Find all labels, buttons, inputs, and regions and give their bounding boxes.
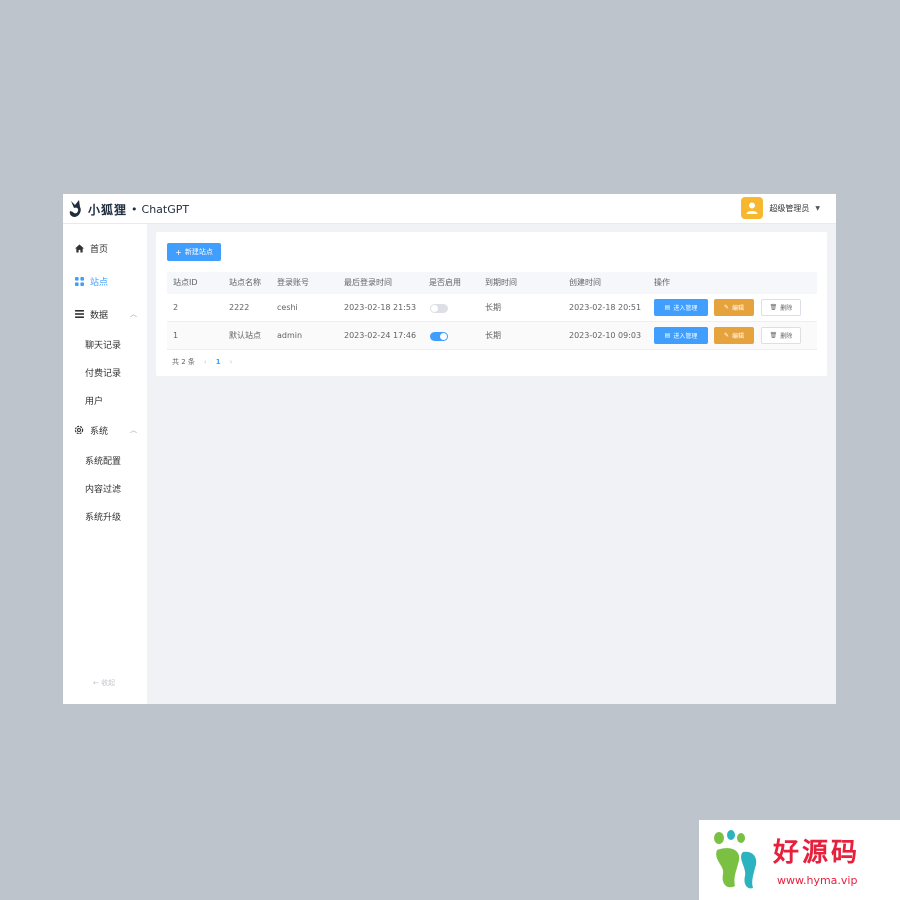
logo-chinese-name: 小狐狸 — [88, 202, 128, 217]
cell-site-name: 默认站点 — [229, 331, 261, 340]
new-site-button[interactable]: + 新建站点 — [167, 243, 221, 261]
arrow-left-icon: ← — [93, 679, 99, 687]
pagination: 共 2 条 ‹ 1 › — [172, 356, 241, 368]
cell-site-name: 2222 — [229, 303, 250, 312]
new-site-label: 新建站点 — [184, 248, 213, 256]
sidebar-subitem-payment-records[interactable]: 付费记录 — [85, 363, 121, 381]
cell-site-id: 1 — [173, 331, 179, 340]
column-header: 创建时间 — [569, 278, 601, 287]
list-icon — [74, 309, 84, 319]
sidebar-item-sites[interactable]: 站点 — [63, 270, 147, 292]
column-header: 到期时间 — [485, 278, 517, 287]
column-header: 站点名称 — [229, 278, 261, 287]
avatar[interactable] — [741, 197, 764, 219]
column-header: 是否启用 — [429, 278, 461, 287]
edit-label: 编辑 — [732, 305, 745, 312]
document-icon: ▤ — [664, 304, 671, 311]
top-bar: 小狐狸 • ChatGPT 超级管理员 ▼ — [63, 194, 836, 224]
collapse-label: 收起 — [101, 679, 116, 687]
chevron-right-icon[interactable]: › — [230, 358, 233, 366]
chevron-up-icon: ︿ — [130, 426, 137, 434]
user-icon — [746, 202, 758, 214]
cell-last-login: 2023-02-24 17:46 — [344, 331, 417, 340]
grid-icon — [74, 276, 84, 286]
document-icon: ▤ — [664, 332, 671, 339]
manage-button[interactable]: ▤ 进入管理 — [654, 327, 708, 344]
cell-account: ceshi — [277, 303, 298, 312]
sidebar-item-label: 系统 — [90, 426, 109, 437]
fox-logo-icon — [69, 200, 81, 217]
sidebar-item-home[interactable]: 首页 — [63, 237, 147, 259]
sidebar-subitem-chat-records[interactable]: 聊天记录 — [85, 335, 121, 353]
main-content: + 新建站点 站点ID 站点名称 登录账号 最后登录时间 是否启用 到期时间 创… — [147, 224, 836, 704]
sites-panel: + 新建站点 站点ID 站点名称 登录账号 最后登录时间 是否启用 到期时间 创… — [156, 232, 827, 376]
logo-english-name: ChatGPT — [141, 202, 190, 216]
sidebar-subitem-system-config[interactable]: 系统配置 — [85, 451, 121, 469]
sidebar-item-label: 站点 — [90, 277, 109, 288]
collapse-sidebar-button[interactable]: ← 收起 — [93, 678, 115, 688]
sidebar-item-system[interactable]: 系统 ︿ — [63, 419, 147, 441]
column-header: 操作 — [654, 278, 670, 287]
chevron-left-icon[interactable]: ‹ — [204, 358, 207, 366]
admin-window: 小狐狸 • ChatGPT 超级管理员 ▼ 首页 站点 数据 ︿ 聊天记录 付费… — [63, 194, 836, 704]
delete-label: 删除 — [780, 305, 793, 312]
trash-icon: 🗑 — [769, 304, 778, 311]
enabled-toggle[interactable] — [430, 304, 448, 313]
sidebar-item-label: 首页 — [90, 244, 109, 255]
column-header: 站点ID — [173, 278, 198, 287]
edit-icon: ✎ — [723, 332, 729, 339]
trash-icon: 🗑 — [769, 332, 778, 339]
sidebar-item-label: 数据 — [90, 310, 109, 321]
table-row: 2 2222 ceshi 2023-02-18 21:53 长期 2023-02… — [167, 294, 817, 322]
manage-label: 进入管理 — [673, 333, 698, 340]
total-count: 共 2 条 — [172, 358, 195, 366]
delete-label: 删除 — [780, 333, 793, 340]
edit-button[interactable]: ✎ 编辑 — [714, 299, 754, 316]
manage-label: 进入管理 — [673, 305, 698, 312]
logo[interactable]: 小狐狸 • ChatGPT — [68, 198, 189, 220]
watermark: 好源码 www.hyma.vip — [699, 820, 900, 900]
logo-separator: • — [131, 202, 138, 216]
watermark-title: 好源码 — [773, 838, 861, 868]
sidebar-subitem-users[interactable]: 用户 — [85, 391, 103, 409]
cell-created: 2023-02-18 20:51 — [569, 303, 642, 312]
gear-icon — [74, 425, 84, 435]
cell-account: admin — [277, 331, 303, 340]
cell-site-id: 2 — [173, 303, 179, 312]
toggle-knob — [440, 333, 447, 340]
delete-button[interactable]: 🗑 删除 — [761, 327, 801, 344]
caret-down-icon: ▼ — [815, 204, 820, 212]
sites-table: 站点ID 站点名称 登录账号 最后登录时间 是否启用 到期时间 创建时间 操作 … — [167, 272, 817, 350]
sidebar-subitem-content-filter[interactable]: 内容过滤 — [85, 479, 121, 497]
cell-expire: 长期 — [485, 303, 501, 312]
table-row: 1 默认站点 admin 2023-02-24 17:46 长期 2023-02… — [167, 322, 817, 350]
sidebar: 首页 站点 数据 ︿ 聊天记录 付费记录 用户 系统 ︿ 系统配置 内容过滤 系… — [63, 224, 147, 704]
toggle-knob — [431, 305, 438, 312]
cell-last-login: 2023-02-18 21:53 — [344, 303, 417, 312]
cell-expire: 长期 — [485, 331, 501, 340]
enabled-toggle[interactable] — [430, 332, 448, 341]
column-header: 最后登录时间 — [344, 278, 392, 287]
edit-button[interactable]: ✎ 编辑 — [714, 327, 754, 344]
edit-label: 编辑 — [732, 333, 745, 340]
sidebar-item-data[interactable]: 数据 ︿ — [63, 303, 147, 325]
plus-icon: + — [175, 247, 182, 257]
manage-button[interactable]: ▤ 进入管理 — [654, 299, 708, 316]
delete-button[interactable]: 🗑 删除 — [761, 299, 801, 316]
table-header: 站点ID 站点名称 登录账号 最后登录时间 是否启用 到期时间 创建时间 操作 — [167, 272, 817, 294]
user-menu[interactable]: 超级管理员 ▼ — [741, 197, 820, 219]
footprint-logo-icon — [714, 830, 757, 889]
cell-created: 2023-02-10 09:03 — [569, 331, 642, 340]
home-icon — [74, 243, 84, 253]
user-name: 超级管理员 — [769, 203, 810, 213]
edit-icon: ✎ — [723, 304, 729, 311]
page-number[interactable]: 1 — [216, 358, 221, 366]
chevron-up-icon: ︿ — [130, 310, 137, 318]
sidebar-subitem-system-upgrade[interactable]: 系统升级 — [85, 507, 121, 525]
watermark-url: www.hyma.vip — [777, 874, 858, 887]
column-header: 登录账号 — [277, 278, 309, 287]
